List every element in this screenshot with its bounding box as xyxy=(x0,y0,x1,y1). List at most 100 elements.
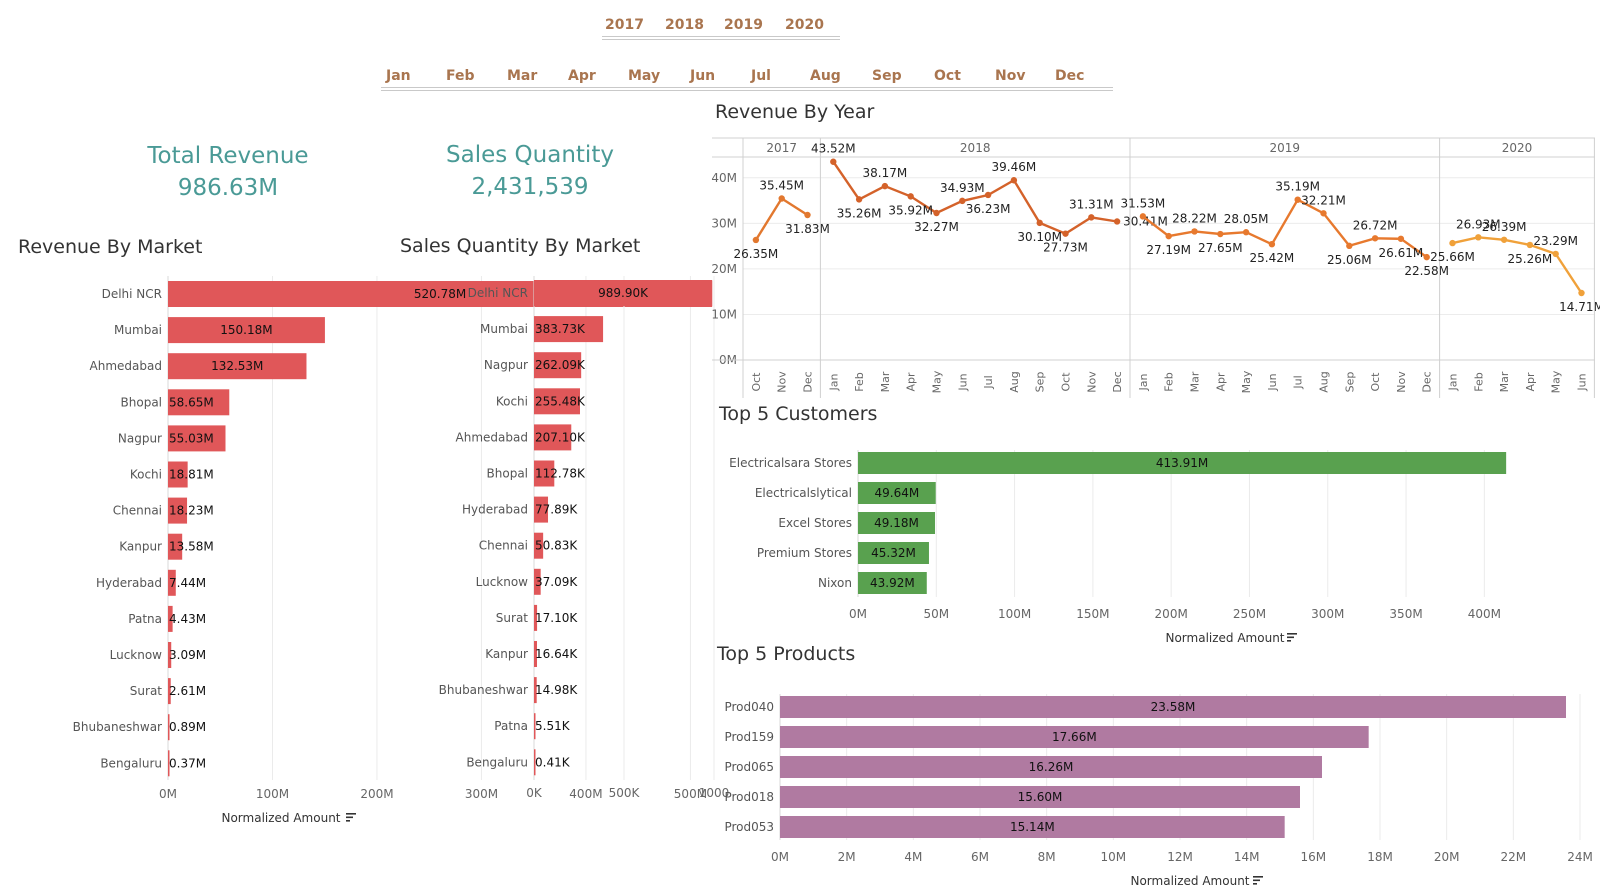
products-category-label: Prod040 xyxy=(724,700,774,714)
products-xtick-label: 14M xyxy=(1234,850,1260,864)
market-revenue-data-label: 13.58M xyxy=(169,540,214,554)
revenue-year-month-label: Dec xyxy=(802,371,815,392)
revenue-year-panel-label-2020: 2020 xyxy=(1502,141,1533,155)
revenue-year-ytick-label: 10M xyxy=(711,307,737,321)
revenue-year-point xyxy=(959,197,966,205)
revenue-year-month-label: Jun xyxy=(1266,373,1279,391)
market-revenue-data-label: 132.53M xyxy=(211,359,263,373)
revenue-year-point xyxy=(1010,177,1018,184)
market-revenue-category-label: Surat xyxy=(130,684,163,698)
market-quantity-category-label: Kanpur xyxy=(485,647,528,661)
products-data-label: 15.60M xyxy=(1018,790,1063,804)
products-xtick-label: 20M xyxy=(1434,850,1460,864)
revenue-year-month-label: Nov xyxy=(1085,371,1098,393)
market-revenue-data-label: 3.09M xyxy=(169,648,206,662)
customers-sort-icon xyxy=(1287,640,1291,642)
revenue-year-data-label: 35.26M xyxy=(837,206,882,220)
customers-xtick-label: 0M xyxy=(849,607,867,621)
products-sort-icon xyxy=(1253,879,1260,882)
market-quantity-data-label: 207.10K xyxy=(535,430,586,444)
revenue-year-point xyxy=(855,196,863,203)
revenue-year-ytick-label: 20M xyxy=(711,262,737,276)
market-quantity-xtick-label: 0K xyxy=(526,786,543,800)
customers-xtick-label: 50M xyxy=(923,607,949,621)
revenue-year-month-label: Dec xyxy=(1111,371,1124,392)
products-xtick-label: 0M xyxy=(771,850,789,864)
revenue-year-month-label: Oct xyxy=(1060,372,1073,392)
revenue-year-point xyxy=(778,195,785,202)
revenue-year-point xyxy=(1165,232,1172,240)
market-revenue-category-label: Bhopal xyxy=(121,395,162,409)
products-category-label: Prod018 xyxy=(724,790,774,804)
revenue-year-data-label: 22.58M xyxy=(1404,264,1449,278)
revenue-year-month-label: Sep xyxy=(1034,372,1047,393)
market-revenue-xtick-label: 0M xyxy=(159,787,177,801)
products-sort-icon xyxy=(1253,876,1263,878)
revenue-year-month-label: Jun xyxy=(1576,373,1589,391)
products-xtick-label: 22M xyxy=(1501,850,1527,864)
market-revenue-xtick-label: 100M xyxy=(256,787,289,801)
market-quantity-category-label: Hyderabad xyxy=(462,503,528,517)
revenue-year-month-label: Feb xyxy=(1472,372,1485,391)
revenue-year-point xyxy=(1397,235,1405,242)
customers-xtick-label: 300M xyxy=(1311,607,1344,621)
products-data-label: 23.58M xyxy=(1151,700,1196,714)
revenue-year-point xyxy=(1552,250,1559,258)
market-quantity-data-label: 50.83K xyxy=(535,539,578,553)
market-revenue-data-label: 0.89M xyxy=(169,720,206,734)
revenue-year-month-label: May xyxy=(1550,370,1563,393)
customers-xtick-label: 100M xyxy=(998,607,1031,621)
customers-data-label: 413.91M xyxy=(1156,456,1208,470)
revenue-year-month-label: Sep xyxy=(1343,372,1356,393)
revenue-year-month-label: Aug xyxy=(1318,371,1331,392)
revenue-year-data-label: 32.21M xyxy=(1301,193,1346,207)
revenue-year-month-label: Jan xyxy=(1137,373,1150,391)
market-revenue-category-label: Kanpur xyxy=(119,540,162,554)
market-revenue-data-label: 7.44M xyxy=(169,576,206,590)
revenue-year-month-label: May xyxy=(1240,370,1253,393)
products-data-label: 16.26M xyxy=(1029,760,1074,774)
revenue-year-point xyxy=(1578,289,1585,297)
revenue-year-ytick-label: 40M xyxy=(711,171,737,185)
products-xtick-label: 8M xyxy=(1038,850,1056,864)
market-revenue-category-label: Bhubaneshwar xyxy=(73,720,162,734)
revenue-year-point xyxy=(881,182,889,190)
revenue-year-point xyxy=(1242,229,1250,236)
market-revenue-sort-icon xyxy=(346,816,353,819)
revenue-year-data-label: 25.42M xyxy=(1250,251,1295,265)
products-xtick-label: 2M xyxy=(838,850,856,864)
products-xtick-label: 10M xyxy=(1101,850,1127,864)
market-revenue-xtick-label: 300M xyxy=(465,787,498,801)
market-revenue-category-label: Patna xyxy=(128,612,162,626)
customers-sort-icon xyxy=(1287,636,1294,639)
revenue-year-point xyxy=(1139,213,1147,220)
products-xtick-label: 18M xyxy=(1367,850,1393,864)
revenue-year-month-label: Mar xyxy=(879,371,892,392)
market-quantity-data-label: 112.78K xyxy=(535,467,586,481)
revenue-year-month-label: Jul xyxy=(982,375,995,389)
revenue-year-data-label: 39.46M xyxy=(992,160,1037,174)
customers-xtick-label: 200M xyxy=(1155,607,1188,621)
market-revenue-data-label: 18.81M xyxy=(169,468,214,482)
revenue-year-point xyxy=(933,209,940,217)
revenue-year-month-label: Oct xyxy=(750,372,763,392)
revenue-year-data-label: 26.35M xyxy=(734,247,779,261)
revenue-year-point xyxy=(984,191,992,199)
market-revenue-data-label: 4.43M xyxy=(169,612,206,626)
market-quantity-category-label: Bengaluru xyxy=(466,755,528,769)
customers-data-label: 49.64M xyxy=(875,486,920,500)
revenue-year-point xyxy=(1500,236,1508,243)
market-revenue-data-label: 2.61M xyxy=(169,684,206,698)
revenue-year-point xyxy=(1036,219,1043,227)
revenue-year-month-label: Feb xyxy=(1163,372,1176,391)
customers-category-label: Electricalslytical xyxy=(755,486,852,500)
market-quantity-data-label: 37.09K xyxy=(535,575,578,589)
revenue-year-month-label: Jun xyxy=(956,373,969,391)
market-quantity-data-label: 255.48K xyxy=(535,394,586,408)
revenue-year-month-label: Dec xyxy=(1421,371,1434,392)
products-xtick-label: 6M xyxy=(971,850,989,864)
products-category-label: Prod053 xyxy=(724,820,774,834)
revenue-year-month-label: May xyxy=(931,370,944,393)
market-quantity-data-label: 17.10K xyxy=(535,611,578,625)
revenue-year-point xyxy=(1346,242,1353,250)
